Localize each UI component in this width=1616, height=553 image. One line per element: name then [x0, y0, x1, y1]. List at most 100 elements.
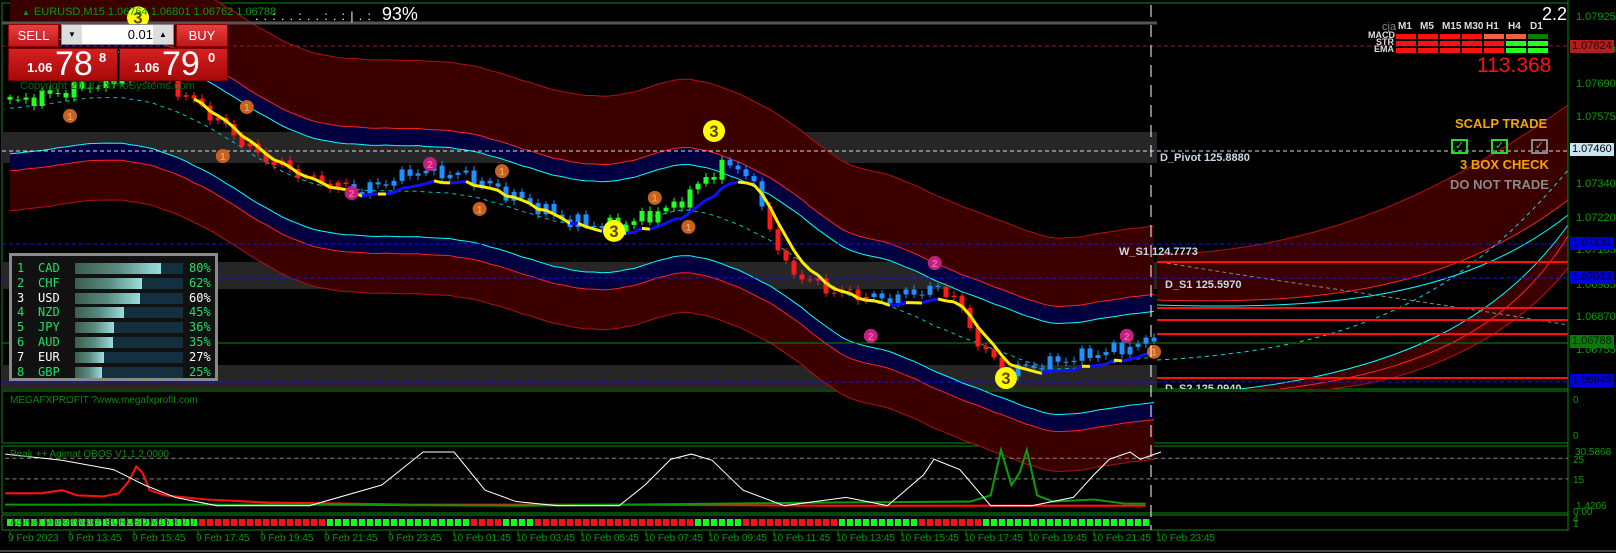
candle	[183, 92, 189, 101]
marker-yellow: 3	[603, 219, 625, 242]
spread-value: 2.2	[1542, 4, 1568, 24]
signal-square	[463, 519, 469, 526]
marker-label: 2	[932, 258, 938, 270]
sell-button[interactable]: SELL	[8, 24, 59, 47]
signal-square	[727, 519, 733, 526]
strength-fill	[75, 366, 102, 378]
signal-cell	[1528, 34, 1548, 39]
signal-cell	[1506, 34, 1526, 39]
strength-bar	[75, 366, 183, 378]
candle	[575, 211, 581, 232]
marker-label: 3	[1001, 370, 1010, 388]
obos-label: Peak ++ Agimat OBOS V1.1 2.0000	[10, 449, 169, 460]
lot-decrease-button[interactable]: ▼	[62, 25, 82, 44]
candle	[399, 166, 405, 185]
candle	[1055, 353, 1061, 366]
currency-name: EUR	[38, 349, 60, 364]
signal-square	[1143, 519, 1149, 526]
candle	[487, 178, 493, 188]
signal-square	[943, 519, 949, 526]
signal-square	[215, 519, 221, 526]
signal-square	[631, 519, 637, 526]
currency-strength-panel: 1 CAD 80% 2 CHF 62% 3 USD 60% 4 NZD 45% …	[9, 253, 218, 381]
collapse-triangle-icon[interactable]: ▲	[22, 8, 30, 17]
symbol-title: ▲ EURUSD,M15 1.06764 1.06801 1.06762 1.06…	[22, 6, 276, 18]
signal-square	[439, 519, 445, 526]
signal-square	[479, 519, 485, 526]
ma-segment	[865, 298, 875, 303]
strength-bar	[75, 277, 183, 289]
ma-segment	[329, 185, 339, 190]
signal-square	[815, 519, 821, 526]
marker-orange: 1	[681, 219, 696, 234]
signal-cell	[1506, 48, 1526, 53]
buy-price-button[interactable]: 1.06 79 0	[119, 45, 228, 83]
ma-segment	[841, 289, 851, 295]
signal-cell	[1484, 34, 1504, 39]
signal-square	[591, 519, 597, 526]
strength-bar	[75, 292, 183, 304]
signal-square	[831, 519, 837, 526]
price-tag: 1.07013	[1570, 270, 1614, 284]
lot-increase-button[interactable]: ▲	[153, 25, 173, 44]
currency-row: 2 CHF 62%	[15, 276, 215, 290]
signal-cell	[1440, 48, 1460, 53]
lot-size-input[interactable]	[83, 25, 155, 44]
ma-segment	[897, 301, 907, 307]
rank: 3	[17, 290, 25, 305]
time-label: 10 Feb 05:45	[580, 533, 639, 544]
candle	[31, 93, 37, 111]
candle	[655, 207, 661, 227]
price-chart[interactable]: 3333111111112222 2	[0, 0, 1616, 553]
signal-cell	[1418, 34, 1438, 39]
ma-segment	[1121, 357, 1131, 363]
signal-cell	[1484, 48, 1504, 53]
time-label: 10 Feb 13:45	[836, 533, 895, 544]
price-tag: 1.06788	[1570, 334, 1614, 348]
candle	[1135, 340, 1141, 351]
signal-square	[1127, 519, 1133, 526]
candle	[775, 225, 781, 255]
signal-square	[1031, 519, 1037, 526]
ma-segment	[697, 198, 707, 208]
currency-row: 4 NZD 45%	[15, 305, 215, 319]
signal-square	[1079, 519, 1085, 526]
check-box-1: ✓	[1451, 139, 1468, 154]
ma-segment	[393, 186, 403, 194]
price-tick: 1.07690	[1576, 77, 1616, 90]
candle	[335, 179, 341, 193]
signal-square	[271, 519, 277, 526]
signal-square	[263, 519, 269, 526]
signal-square	[719, 519, 725, 526]
cja-value: 113.368	[1477, 54, 1552, 77]
candle	[447, 170, 453, 183]
progress-indicator: . . : . . : . . : . : | . : 93%	[255, 4, 418, 25]
trade-verdict: DO NOT TRADE	[1450, 177, 1549, 192]
signal-square	[1023, 519, 1029, 526]
strength-fill	[75, 351, 105, 363]
strength-percent: 36%	[189, 320, 211, 335]
ma-segment	[633, 227, 643, 234]
signal-cell	[1418, 48, 1438, 53]
signal-square	[207, 519, 213, 526]
ma-segment	[1033, 369, 1043, 375]
ma-segment	[745, 181, 755, 187]
signal-square	[391, 519, 397, 526]
signal-square	[527, 519, 533, 526]
time-label: 9 Feb 15:45	[132, 533, 186, 544]
ma-segment	[641, 226, 651, 231]
marker-label: 1	[67, 111, 73, 123]
buy-button[interactable]: BUY	[176, 24, 228, 47]
sell-price-button[interactable]: 1.06 78 8	[8, 45, 118, 83]
lot-size-stepper[interactable]: ▼ ▲	[61, 24, 174, 45]
timeframe-M1: M1	[1398, 21, 1412, 32]
marker-orange: 1	[239, 100, 254, 115]
signal-square	[839, 519, 845, 526]
ma-segment	[537, 207, 547, 212]
ma-segment	[921, 298, 931, 305]
megafx-label: MEGAFXPROFIT ?www.megafxprofit.com	[10, 395, 198, 406]
rank: 6	[17, 335, 25, 349]
signal-square	[711, 519, 717, 526]
signal-square	[743, 519, 749, 526]
signal-square	[783, 519, 789, 526]
